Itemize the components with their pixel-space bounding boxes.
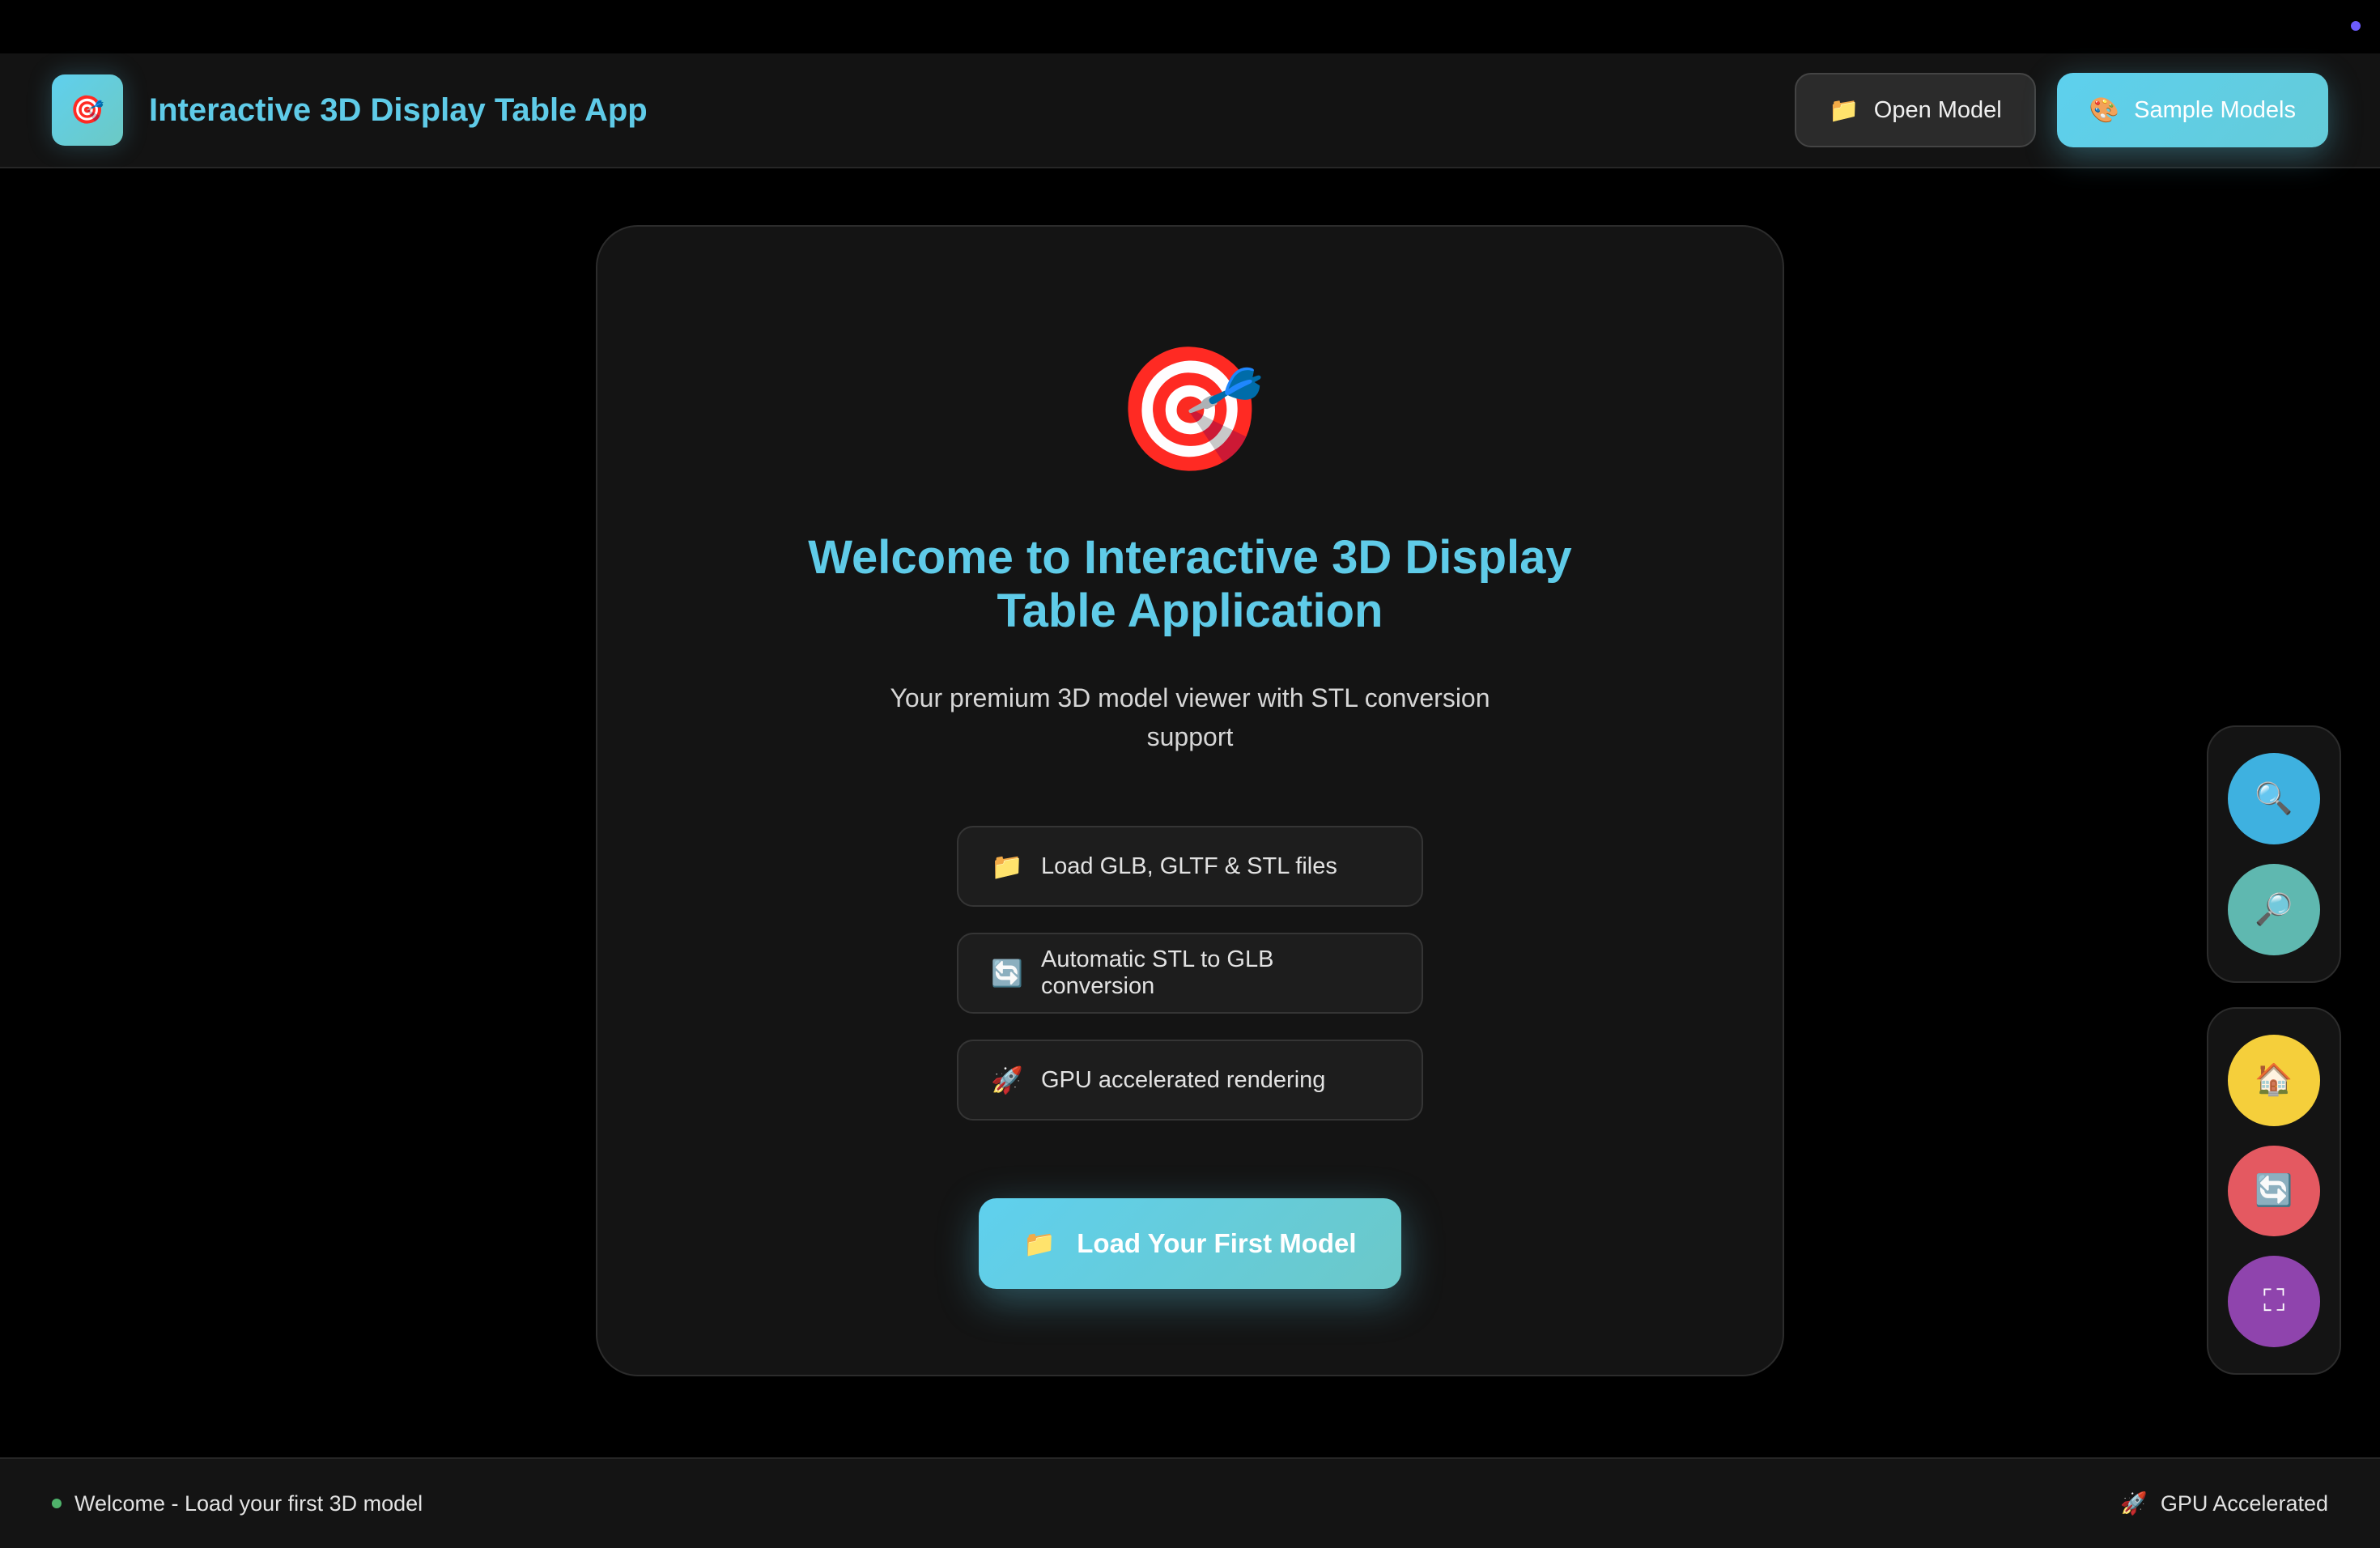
welcome-card: 🎯 Welcome to Interactive 3D Display Tabl… [596, 225, 1784, 1376]
zoom-out-icon: 🔎 [2255, 892, 2293, 927]
welcome-subtitle: Your premium 3D model viewer with STL co… [890, 683, 1490, 751]
open-model-label: Open Model [1873, 96, 2002, 123]
feature-list: 📁 Load GLB, GLTF & STL files 🔄 Automatic… [957, 826, 1423, 1121]
home-icon: 🏠 [2255, 1063, 2293, 1098]
fullscreen-button[interactable]: ⛶ [2228, 1256, 2320, 1348]
header-actions: 📁 Open Model 🎨 Sample Models [1795, 73, 2328, 147]
gpu-status-text: GPU Accelerated [2160, 1491, 2328, 1516]
fullscreen-icon: ⛶ [2263, 1284, 2285, 1319]
app-logo-glyph: 🎯 [70, 95, 105, 125]
zoom-in-icon: 🔍 [2255, 781, 2293, 816]
feature-item-file-formats: 📁 Load GLB, GLTF & STL files [957, 826, 1423, 907]
sample-models-button[interactable]: 🎨 Sample Models [2056, 73, 2328, 147]
target-dart-icon: 🎯 [1114, 341, 1266, 477]
zoom-out-button[interactable]: 🔎 [2228, 864, 2320, 955]
status-bar: Welcome - Load your first 3D model 🚀 GPU… [0, 1457, 2380, 1548]
folder-icon: 📁 [1829, 96, 1859, 124]
activity-indicator-dot [2351, 21, 2361, 31]
status-indicator-dot [52, 1499, 62, 1508]
zoom-controls: 🔍 🔎 [2207, 725, 2341, 983]
window-top-bar [0, 0, 2380, 53]
feature-item-gpu-rendering: 🚀 GPU accelerated rendering [957, 1040, 1423, 1121]
feature-label: Automatic STL to GLB conversion [1041, 946, 1274, 999]
reset-view-button[interactable]: 🔄 [2228, 1145, 2320, 1237]
refresh-icon: 🔄 [991, 959, 1023, 988]
app-logo-target-icon: 🎯 [52, 74, 123, 146]
load-first-model-label: Load Your First Model [1077, 1228, 1357, 1258]
open-model-button[interactable]: 📁 Open Model [1795, 73, 2036, 147]
status-text: Welcome - Load your first 3D model [74, 1491, 423, 1516]
folder-icon: 📁 [1023, 1229, 1056, 1258]
feature-label: Load GLB, GLTF & STL files [1041, 853, 1337, 879]
palette-icon: 🎨 [2089, 96, 2120, 124]
feature-label: GPU accelerated rendering [1041, 1066, 1326, 1093]
zoom-in-button[interactable]: 🔍 [2228, 753, 2320, 844]
app-title: Interactive 3D Display Table App [149, 91, 648, 128]
home-view-button[interactable]: 🏠 [2228, 1035, 2320, 1126]
rocket-icon: 🚀 [991, 1065, 1023, 1095]
load-first-model-button[interactable]: 📁 Load Your First Model [979, 1198, 1401, 1289]
refresh-icon: 🔄 [2255, 1174, 2293, 1208]
gpu-status: 🚀 GPU Accelerated [2120, 1491, 2328, 1516]
view-controls: 🏠 🔄 ⛶ [2207, 1007, 2341, 1375]
sample-models-label: Sample Models [2134, 96, 2296, 123]
feature-item-stl-conversion: 🔄 Automatic STL to GLB conversion [957, 933, 1423, 1014]
folder-icon: 📁 [991, 852, 1023, 881]
rocket-icon: 🚀 [2120, 1491, 2148, 1516]
welcome-title: Welcome to Interactive 3D Display Table … [808, 531, 1572, 637]
app-header: 🎯 Interactive 3D Display Table App 📁 Ope… [0, 53, 2380, 168]
